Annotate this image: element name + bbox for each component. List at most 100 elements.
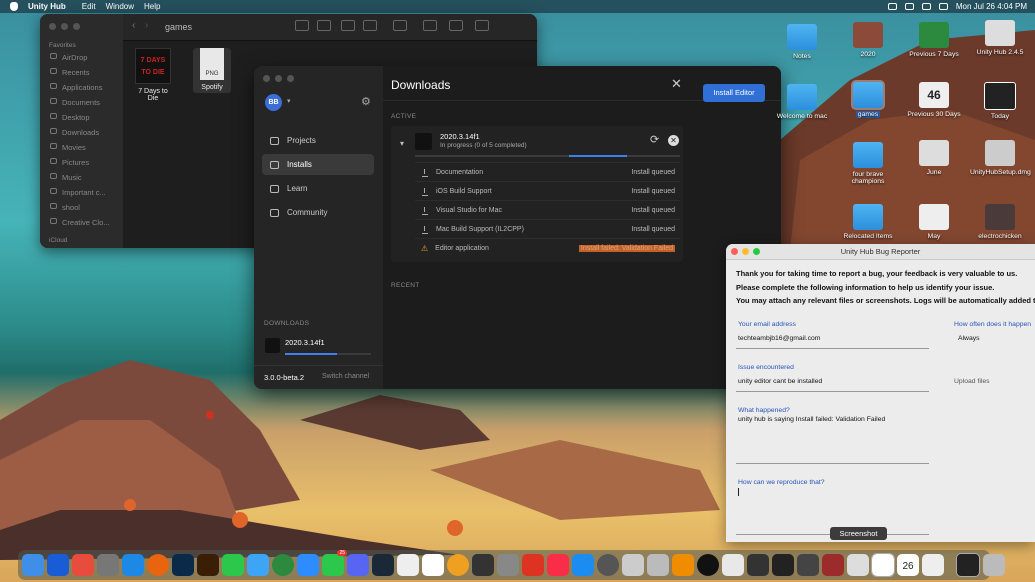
what-happened-field[interactable]: unity hub is saying Install failed: Vali…: [738, 416, 885, 423]
music-icon[interactable]: [547, 554, 569, 576]
sidebar-item-movies[interactable]: Movies: [40, 139, 123, 154]
gallery-view-icon[interactable]: [363, 20, 377, 31]
facetime-icon[interactable]: [222, 554, 244, 576]
desktop-icon-relocated-items[interactable]: Relocated Items: [838, 204, 898, 240]
trash-icon[interactable]: [983, 554, 1005, 576]
sidebar-item-applications[interactable]: Applications: [40, 79, 123, 94]
file-7-days-to-die[interactable]: 7 DAYS TO DIE 7 Days to Die: [132, 48, 174, 102]
desktop-icon-today[interactable]: Today: [970, 82, 1030, 120]
cancel-icon[interactable]: ✕: [668, 135, 679, 146]
zoom-icon[interactable]: [297, 554, 319, 576]
notes-app-icon[interactable]: [722, 554, 744, 576]
nav-projects[interactable]: Projects: [262, 130, 374, 151]
upload-files-button[interactable]: Upload files: [954, 378, 990, 385]
sidebar-item-music[interactable]: Music: [40, 169, 123, 184]
sidebar-item-pictures[interactable]: Pictures: [40, 154, 123, 169]
text-edit-icon[interactable]: [422, 554, 444, 576]
firefox-icon[interactable]: [147, 554, 169, 576]
vlc-icon[interactable]: [672, 554, 694, 576]
unity-status-icon[interactable]: [887, 3, 897, 10]
screenshot-icon[interactable]: [871, 553, 895, 577]
desktop-icon-unity-hub[interactable]: Unity Hub 2.4.5: [970, 20, 1030, 56]
activity-monitor-icon[interactable]: [772, 554, 794, 576]
calendar-icon[interactable]: 26: [897, 554, 919, 576]
list-view-icon[interactable]: [317, 20, 331, 31]
switch-channel-link[interactable]: Switch channel: [322, 373, 369, 380]
desktop-icon-games[interactable]: games: [838, 80, 898, 118]
menu-edit[interactable]: Edit: [82, 2, 96, 11]
sidebar-item-shool[interactable]: shool: [40, 199, 123, 214]
obs-icon[interactable]: [697, 554, 719, 576]
tag-icon[interactable]: [449, 20, 463, 31]
battery-icon[interactable]: [904, 3, 914, 10]
desktop-icon-may[interactable]: May: [904, 204, 964, 240]
column-view-icon[interactable]: [341, 20, 355, 31]
desktop-icon-previous-30-days[interactable]: 46 Previous 30 Days: [904, 82, 964, 118]
nav-learn[interactable]: Learn: [262, 178, 374, 199]
install-editor-button[interactable]: Install Editor: [703, 84, 765, 102]
refresh-icon[interactable]: ⟳: [650, 133, 659, 146]
unity-icon[interactable]: [397, 554, 419, 576]
desktop-icon-welcome-to-mac[interactable]: Welcome to mac: [772, 84, 832, 120]
sidebar-item-airdrop[interactable]: AirDrop: [40, 49, 123, 64]
group-icon[interactable]: [393, 20, 407, 31]
launchpad-icon[interactable]: [72, 554, 94, 576]
migration-icon[interactable]: [647, 554, 669, 576]
messages-icon[interactable]: 25: [322, 550, 347, 576]
keyboard-icon[interactable]: [747, 554, 769, 576]
photos-icon[interactable]: [447, 554, 469, 576]
safari-icon[interactable]: [122, 554, 144, 576]
desktop-icon-unityhubsetup[interactable]: UnityHubSetup.dmg: [970, 140, 1031, 176]
menu-app-name[interactable]: Unity Hub: [28, 2, 66, 11]
clock[interactable]: Mon Jul 26 4:04 PM: [956, 2, 1027, 11]
icon-view-icon[interactable]: [295, 20, 309, 31]
nav-installs[interactable]: Installs: [262, 154, 374, 175]
desktop-icon-four-brave-champions[interactable]: four brave champions: [838, 142, 898, 185]
maps-icon[interactable]: [272, 554, 294, 576]
desktop-icon-electrochicken[interactable]: electrochicken: [970, 204, 1030, 240]
sidebar-item-creative-cloud[interactable]: Creative Clo...: [40, 214, 123, 229]
menu-window[interactable]: Window: [106, 2, 134, 11]
download-item-version[interactable]: 2020.3.14f1: [285, 338, 325, 347]
wifi-icon[interactable]: [921, 3, 931, 10]
window-controls[interactable]: [731, 248, 760, 255]
minimized-window-icon[interactable]: [956, 553, 980, 577]
settings-icon[interactable]: [97, 554, 119, 576]
chevron-down-icon[interactable]: ▾: [287, 97, 291, 105]
sidebar-item-important[interactable]: Important c...: [40, 184, 123, 199]
finder-icon[interactable]: [22, 554, 44, 576]
issue-field[interactable]: unity editor cant be installed: [738, 378, 822, 385]
news-icon[interactable]: [522, 554, 544, 576]
desktop-icon-previous-7-days[interactable]: Previous 7 Days: [904, 22, 964, 58]
sidebar-item-documents[interactable]: Documents: [40, 94, 123, 109]
more-icon[interactable]: [475, 20, 489, 31]
desktop-icon-notes[interactable]: Notes: [772, 24, 832, 60]
mail-icon[interactable]: [247, 554, 269, 576]
font-book-icon[interactable]: [622, 554, 644, 576]
frequency-select[interactable]: Always: [958, 335, 980, 342]
app-store-icon[interactable]: [572, 554, 594, 576]
sidebar-item-desktop[interactable]: Desktop: [40, 109, 123, 124]
gear-icon[interactable]: ⚙: [361, 95, 371, 108]
final-cut-icon[interactable]: [472, 554, 494, 576]
nav-community[interactable]: Community: [262, 202, 374, 223]
window-controls[interactable]: [263, 75, 294, 82]
sidebar-item-recents[interactable]: Recents: [40, 64, 123, 79]
blender-icon[interactable]: [497, 554, 519, 576]
dictionary-icon[interactable]: [822, 554, 844, 576]
menu-help[interactable]: Help: [144, 2, 160, 11]
email-field[interactable]: techteambjb16@gmail.com: [738, 335, 820, 342]
chevron-down-icon[interactable]: ▾: [400, 139, 404, 148]
steam-icon[interactable]: [372, 554, 394, 576]
apple-icon[interactable]: [10, 2, 18, 11]
desktop-icon-june[interactable]: June: [904, 140, 964, 176]
back-icon[interactable]: ‹: [132, 20, 135, 31]
file-spotify[interactable]: PNG Spotify: [193, 48, 231, 93]
close-icon[interactable]: ✕: [671, 76, 682, 92]
illustrator-icon[interactable]: [197, 554, 219, 576]
forward-icon[interactable]: ›: [145, 20, 148, 31]
desktop-icon-2020[interactable]: 2020: [838, 22, 898, 58]
sidebar-item-downloads[interactable]: Downloads: [40, 124, 123, 139]
search-icon[interactable]: [938, 3, 948, 10]
system-preferences-icon[interactable]: [597, 554, 619, 576]
